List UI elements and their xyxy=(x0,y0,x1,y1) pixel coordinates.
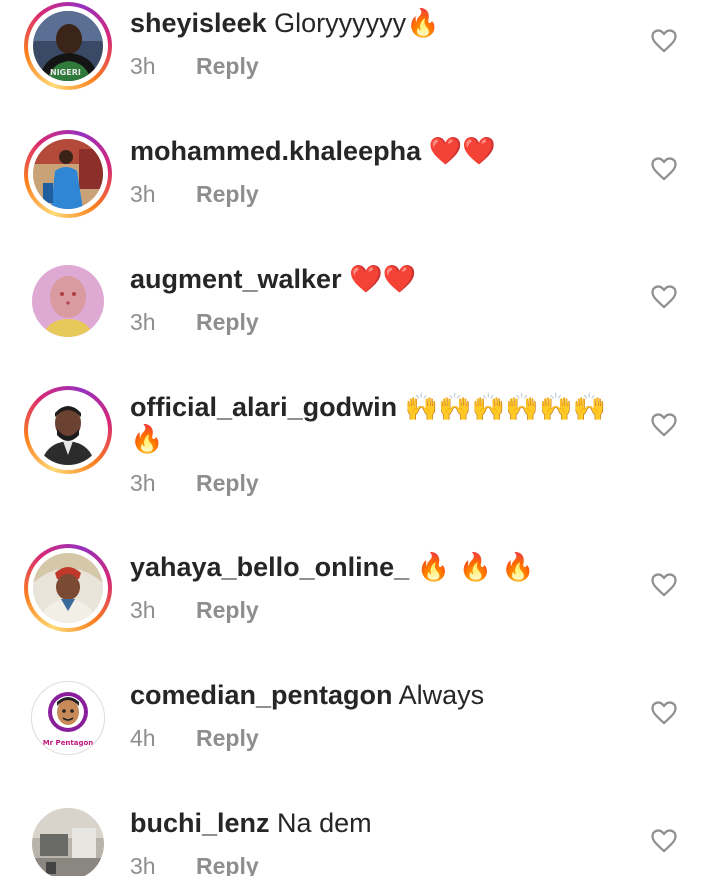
fire-emoji: 🔥 🔥 🔥 xyxy=(416,552,535,583)
comment-timestamp: 3h xyxy=(130,53,156,79)
comment-timestamp: 3h xyxy=(130,309,156,335)
comment-item: official_alari_godwin 🙌🙌🙌🙌🙌🙌 🔥 3h Reply xyxy=(0,384,720,544)
svg-text:Mr Pentagon: Mr Pentagon xyxy=(43,739,94,747)
avatar-room-photo[interactable] xyxy=(32,808,104,876)
reply-button[interactable]: Reply xyxy=(196,597,259,623)
avatar-traditional-cap-portrait xyxy=(33,553,103,623)
reply-button[interactable]: Reply xyxy=(196,181,259,207)
reply-button[interactable]: Reply xyxy=(196,470,259,496)
comment-username[interactable]: sheyisleek xyxy=(130,8,267,38)
comment-timestamp: 3h xyxy=(130,181,156,207)
raising-hands-emoji: 🙌🙌🙌🙌🙌🙌 xyxy=(404,392,607,423)
comment-item: Mr Pentagon comedian_pentagon Always 4h R… xyxy=(0,672,720,800)
comment-username[interactable]: mohammed.khaleepha xyxy=(130,136,421,166)
comment-timestamp: 3h xyxy=(130,853,156,876)
comment-item: yahaya_bello_online_ 🔥 🔥 🔥 3h Reply xyxy=(0,544,720,672)
avatar-cartoon-logo[interactable]: Mr Pentagon xyxy=(31,681,105,755)
comment-text: Gloryyyyyy xyxy=(274,8,407,38)
reply-button[interactable]: Reply xyxy=(196,53,259,79)
comment-item: augment_walker ❤️❤️ 3h Reply xyxy=(0,256,720,384)
avatar-illustrated-man-portrait xyxy=(33,395,103,465)
avatar-nigeria-jersey-portrait: NIGERI xyxy=(33,11,103,81)
like-heart-icon[interactable] xyxy=(651,573,677,597)
comment-item: NIGERI sheyisleek Gloryyyyyy🔥 3h Reply xyxy=(0,0,720,128)
comment-item: buchi_lenz Na dem 3h Reply xyxy=(0,800,720,876)
like-heart-icon[interactable] xyxy=(651,413,677,437)
avatar-pink-filtered-portrait[interactable] xyxy=(32,265,104,337)
like-heart-icon[interactable] xyxy=(651,829,677,853)
comment-timestamp: 3h xyxy=(130,470,156,496)
story-ring[interactable] xyxy=(24,130,112,218)
comment-timestamp: 3h xyxy=(130,597,156,623)
fire-emoji: 🔥 xyxy=(130,424,164,455)
like-heart-icon[interactable] xyxy=(651,285,677,309)
reply-button[interactable]: Reply xyxy=(196,309,259,335)
red-heart-emoji: ❤️❤️ xyxy=(349,264,417,295)
fire-emoji: 🔥 xyxy=(406,8,440,39)
comment-username[interactable]: official_alari_godwin xyxy=(130,392,397,422)
comment-item: mohammed.khaleepha ❤️❤️ 3h Reply xyxy=(0,128,720,256)
comment-username[interactable]: buchi_lenz xyxy=(130,808,270,838)
comment-timestamp: 4h xyxy=(130,725,156,751)
comment-text: Na dem xyxy=(277,808,372,838)
reply-button[interactable]: Reply xyxy=(196,725,259,751)
story-ring[interactable] xyxy=(24,544,112,632)
svg-text:NIGERI: NIGERI xyxy=(50,68,81,77)
comment-text: Always xyxy=(398,680,485,710)
comment-username[interactable]: yahaya_bello_online_ xyxy=(130,552,409,582)
like-heart-icon[interactable] xyxy=(651,701,677,725)
story-ring[interactable]: NIGERI xyxy=(24,2,112,90)
like-heart-icon[interactable] xyxy=(651,157,677,181)
story-ring[interactable] xyxy=(24,386,112,474)
red-heart-emoji: ❤️❤️ xyxy=(428,136,496,167)
reply-button[interactable]: Reply xyxy=(196,853,259,876)
avatar-blue-outfit-portrait xyxy=(33,139,103,209)
like-heart-icon[interactable] xyxy=(651,29,677,53)
comment-username[interactable]: comedian_pentagon xyxy=(130,680,393,710)
comment-username[interactable]: augment_walker xyxy=(130,264,342,294)
